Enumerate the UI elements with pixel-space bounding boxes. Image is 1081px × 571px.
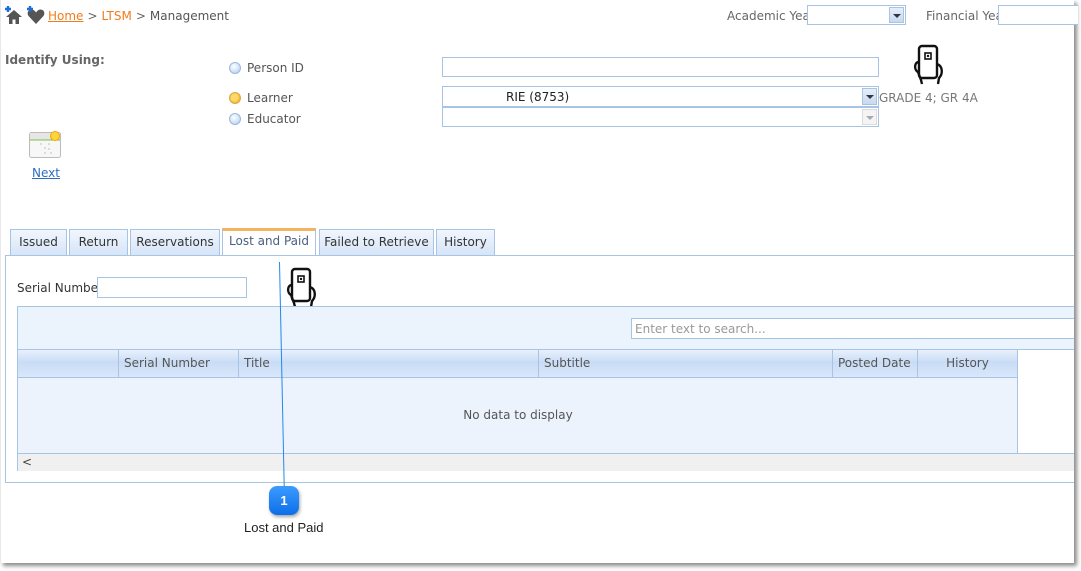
- add-favourite-icon[interactable]: [26, 5, 46, 25]
- radio-learner[interactable]: [229, 92, 241, 104]
- radio-label-learner: Learner: [247, 91, 293, 105]
- callout-number-badge: 1: [269, 486, 299, 515]
- tab-failed-to-retrieve[interactable]: Failed to Retrieve: [319, 229, 434, 255]
- breadcrumb-current: Management: [149, 9, 229, 23]
- lost-and-paid-grid: Serial Number Title Subtitle Posted Date…: [17, 306, 1074, 471]
- radio-label-person-id: Person ID: [247, 61, 304, 75]
- radio-person-id[interactable]: [229, 62, 241, 74]
- serial-number-label: Serial Number: [17, 281, 103, 295]
- column-header-subtitle[interactable]: Subtitle: [539, 350, 833, 378]
- academic-year-select[interactable]: [807, 5, 906, 25]
- column-header-serial-number[interactable]: Serial Number: [119, 350, 239, 378]
- breadcrumb-separator: >: [135, 9, 146, 23]
- chevron-down-icon: [862, 109, 877, 125]
- academic-year-label: Academic Year: [727, 9, 815, 23]
- tab-issued[interactable]: Issued: [10, 229, 67, 255]
- breadcrumb: Home > LTSM > Management: [48, 9, 229, 23]
- scroll-left-arrow-icon[interactable]: <: [22, 454, 32, 470]
- breadcrumb-home-link[interactable]: Home: [48, 9, 83, 23]
- learner-value: RIE (8753): [506, 90, 570, 104]
- next-link[interactable]: Next: [32, 166, 60, 180]
- tab-reservations[interactable]: Reservations: [130, 229, 220, 255]
- financial-year-input[interactable]: [998, 5, 1078, 25]
- learner-select[interactable]: RIE (8753): [442, 86, 879, 107]
- column-header-title[interactable]: Title: [239, 350, 539, 378]
- tab-lost-and-paid[interactable]: Lost and Paid: [222, 228, 316, 255]
- add-home-icon[interactable]: [4, 5, 24, 25]
- identify-using-label: Identify Using:: [5, 53, 105, 67]
- next-calendar-icon[interactable]: [29, 130, 61, 158]
- serial-number-input[interactable]: [97, 277, 247, 298]
- phone-scan-icon: [286, 267, 316, 308]
- phone-scan-icon: [913, 44, 943, 85]
- horizontal-scrollbar[interactable]: <: [18, 453, 1074, 471]
- grid-search-input[interactable]: [631, 318, 1074, 339]
- financial-year-label: Financial Year: [926, 9, 1008, 23]
- tab-history[interactable]: History: [436, 229, 495, 255]
- tab-return[interactable]: Return: [69, 229, 128, 255]
- page-frame: Home > LTSM > Management Academic Year Finan…: [0, 0, 1078, 563]
- grid-body: No data to display: [18, 378, 1018, 453]
- educator-select[interactable]: [442, 107, 879, 127]
- chevron-down-icon[interactable]: [889, 7, 904, 23]
- grid-search[interactable]: [631, 318, 1074, 339]
- radio-educator[interactable]: [229, 113, 241, 125]
- breadcrumb-separator: >: [87, 9, 98, 23]
- callout-label: Lost and Paid: [244, 520, 324, 535]
- empty-grid-message: No data to display: [463, 408, 573, 422]
- radio-label-educator: Educator: [247, 112, 301, 126]
- chevron-down-icon[interactable]: [862, 88, 877, 105]
- column-header-history[interactable]: History: [918, 350, 1018, 378]
- breadcrumb-ltsm-link[interactable]: LTSM: [102, 9, 132, 23]
- learner-grade: GRADE 4; GR 4A: [879, 91, 978, 105]
- column-header-posted-date[interactable]: Posted Date: [833, 350, 918, 378]
- column-header-select[interactable]: [18, 350, 119, 378]
- grid-toolbar: [18, 307, 1074, 350]
- person-id-input[interactable]: [442, 57, 879, 77]
